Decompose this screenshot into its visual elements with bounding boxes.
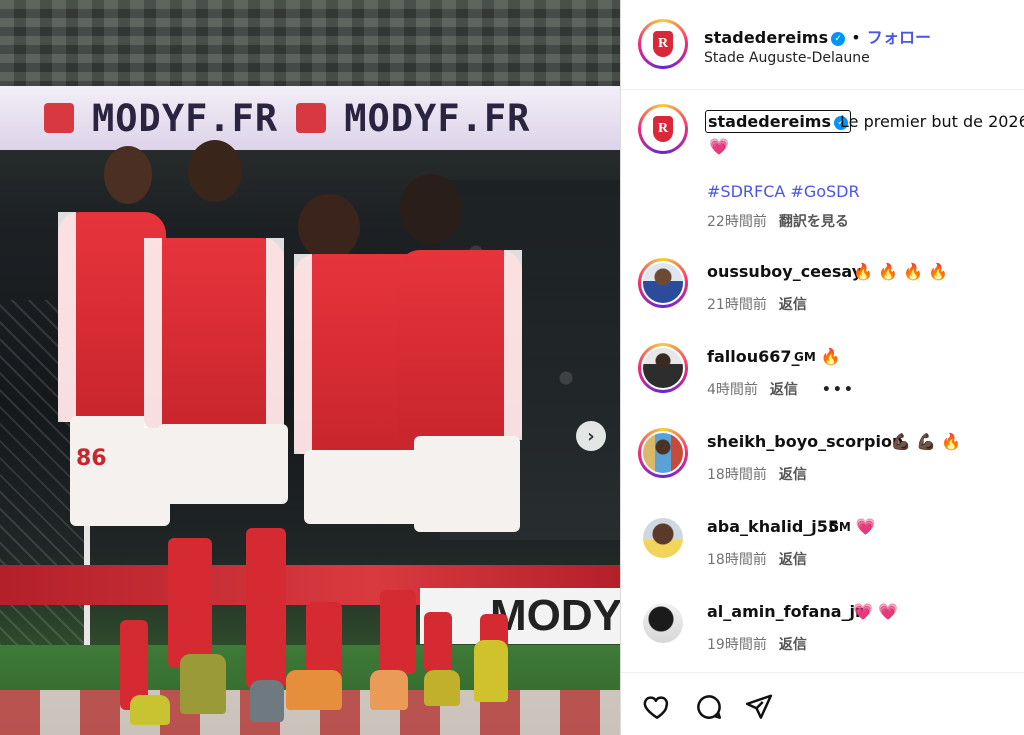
club-crest-icon: R [643, 109, 683, 149]
post-header: R stadedereims ✓ • フォロー Stade Auguste-Delau… [621, 0, 1024, 90]
timestamp: 4時間前 [707, 382, 758, 398]
comment-username[interactable]: al_amin_fofana_jr [707, 602, 863, 621]
translate-button[interactable]: 翻訳を見る [779, 214, 849, 230]
timestamp: 22時間前 [707, 214, 767, 230]
comment-meta: 19時間前 返信 [707, 634, 807, 654]
gm-badge: GM [829, 520, 851, 534]
more-options-icon[interactable]: ••• [822, 382, 855, 398]
comment-text: GM 💗 [829, 517, 876, 536]
comment-meta: 18時間前 返信 [707, 549, 807, 569]
heart-emoji: 💗 [709, 137, 729, 156]
avatar[interactable] [638, 513, 688, 563]
comment-text: 🔥 🔥 🔥 🔥 [853, 262, 948, 281]
username-link[interactable]: stadedereims [704, 28, 828, 47]
timestamp: 19時間前 [707, 637, 767, 653]
paper-plane-icon [745, 694, 773, 719]
comment-username[interactable]: sheikh_boyo_scorpion [707, 432, 903, 451]
comment-meta: 4時間前 返信 ••• [707, 379, 855, 399]
avatar[interactable]: R [638, 104, 688, 154]
comment-bubble-icon [697, 695, 721, 719]
caption-username[interactable]: stadedereims ✓ [705, 110, 851, 133]
comment-meta: 18時間前 返信 [707, 464, 807, 484]
verified-badge-icon: ✓ [831, 31, 846, 46]
reply-button[interactable]: 返信 [779, 467, 807, 483]
avatar[interactable] [638, 258, 688, 308]
caption-text: Le premier but de 2026 [840, 112, 1024, 131]
club-crest-icon: R [643, 24, 683, 64]
comment-username[interactable]: aba_khalid_j55 [707, 517, 839, 536]
reply-button[interactable]: 返信 [779, 637, 807, 653]
chevron-right-icon: › [587, 425, 595, 447]
next-photo-button[interactable]: › [576, 421, 606, 451]
post-author: stadedereims ✓ • フォロー [704, 24, 931, 48]
comment-username[interactable]: fallou667_ [707, 347, 800, 366]
caption-username-text: stadedereims [708, 112, 831, 131]
timestamp: 18時間前 [707, 467, 767, 483]
gm-badge: GM [794, 350, 816, 364]
sponsor-logo-icon [44, 103, 74, 133]
avatar[interactable] [638, 428, 688, 478]
reply-button[interactable]: 返信 [770, 382, 798, 398]
reply-button[interactable]: 返信 [779, 552, 807, 568]
timestamp: 18時間前 [707, 552, 767, 568]
caption-meta: 22時間前 翻訳を見る [707, 211, 861, 231]
banner-text: MODYF.FR [344, 96, 531, 140]
banner-text: MODYF.FR [92, 96, 279, 140]
follow-button[interactable]: フォロー [867, 28, 931, 47]
comment-username[interactable]: oussuboy_ceesay [707, 262, 862, 281]
avatar[interactable] [638, 343, 688, 393]
share-button[interactable] [743, 691, 775, 723]
location-link[interactable]: Stade Auguste-Delaune [704, 50, 870, 66]
comment-text: 💪🏿 💪🏿 🔥 [891, 432, 961, 451]
comment-item: oussuboy_ceesay 🔥 🔥 🔥 🔥 21時間前 返信 [621, 256, 1024, 336]
hashtags[interactable]: #SDRFCA #GoSDR [707, 182, 860, 201]
comment-button[interactable] [693, 691, 725, 723]
comment-text: 💗 💗 [853, 602, 898, 621]
jersey-number: 86 [76, 446, 107, 471]
comment-meta: 21時間前 返信 [707, 294, 807, 314]
comment-item: al_amin_fofana_jr 💗 💗 19時間前 返信 [621, 596, 1024, 676]
comment-item: sheikh_boyo_scorpion 💪🏿 💪🏿 🔥 18時間前 返信 [621, 426, 1024, 506]
avatar[interactable] [638, 598, 688, 648]
stadium-stands [0, 0, 620, 95]
player-figure [128, 138, 308, 735]
comment-item: aba_khalid_j55 GM 💗 18時間前 返信 [621, 511, 1024, 591]
comment-emoji: 💗 [855, 517, 876, 536]
avatar[interactable]: R [638, 19, 688, 69]
reply-button[interactable]: 返信 [779, 297, 807, 313]
separator-dot: • [851, 28, 861, 47]
heart-outline-icon [643, 696, 669, 719]
post-photo[interactable]: MODYF.FR MODYF.FR MODY 86 › [0, 0, 620, 735]
sponsor-logo-icon [296, 103, 327, 133]
timestamp: 21時間前 [707, 297, 767, 313]
comment-text: GM 🔥 [794, 347, 841, 366]
comment-emoji: 🔥 [820, 347, 841, 366]
like-button[interactable] [641, 691, 673, 723]
comment-item: fallou667_ GM 🔥 4時間前 返信 ••• [621, 341, 1024, 421]
post-actions [621, 672, 1024, 735]
post-side-panel: R stadedereims ✓ • フォロー Stade Auguste-Delau… [620, 0, 1024, 735]
player-figure [394, 172, 544, 712]
